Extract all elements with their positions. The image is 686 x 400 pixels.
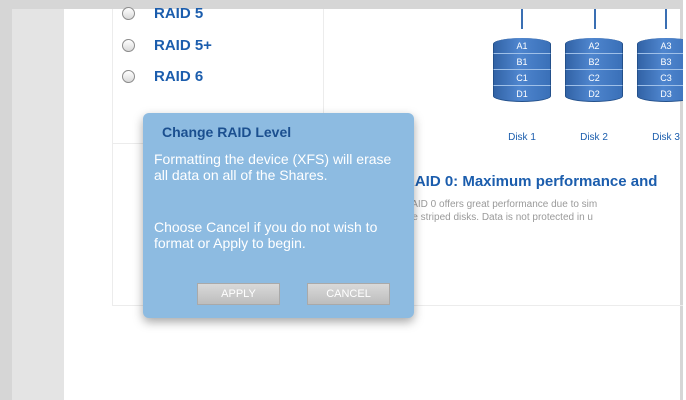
raid-option-raid5plus[interactable]: RAID 5+ <box>122 35 212 55</box>
disk-block: C3 <box>637 70 683 86</box>
raid-option-label: RAID 6 <box>154 67 204 85</box>
raid-description-text: RAID 0 offers great performance due to s… <box>404 198 683 224</box>
disk-3-stack: A3 B3 C3 D3 Disk 3 <box>637 38 683 143</box>
disk-connector-line <box>665 9 667 29</box>
disk-block: A1 <box>493 38 551 54</box>
cancel-button[interactable]: CANCEL <box>307 283 390 305</box>
disk-connector-line <box>521 9 523 29</box>
raid-option-raid6[interactable]: RAID 6 <box>122 66 203 86</box>
window-top-frame <box>0 0 683 9</box>
dialog-warning-message: Formatting the device (XFS) will erase a… <box>154 151 392 183</box>
radio-button[interactable] <box>122 69 135 83</box>
disk-label: Disk 3 <box>652 132 680 143</box>
dialog-title: Change RAID Level <box>162 124 292 140</box>
disk-block: C1 <box>493 70 551 86</box>
raid-description-title: RAID 0: Maximum performance and <box>404 173 658 190</box>
radio-button[interactable] <box>122 6 135 20</box>
apply-button[interactable]: APPLY <box>197 283 280 305</box>
raid-description-line: RAID 0 offers great performance due to s… <box>404 199 598 210</box>
disk-block: B3 <box>637 54 683 70</box>
disk-block: D3 <box>637 86 683 102</box>
dialog-instruction-message: Choose Cancel if you do not wish to form… <box>154 219 378 251</box>
disk-label: Disk 1 <box>508 132 536 143</box>
disk-connector-line <box>594 9 596 29</box>
disk-block: A3 <box>637 38 683 54</box>
change-raid-dialog: Change RAID Level Formatting the device … <box>143 113 414 318</box>
disk-block: D1 <box>493 86 551 102</box>
disk-block: D2 <box>565 86 623 102</box>
disk-block: B2 <box>565 54 623 70</box>
sidebar <box>12 9 64 400</box>
radio-button[interactable] <box>122 38 135 52</box>
raid-description-line: the striped disks. Data is not protected… <box>404 212 593 223</box>
raid-option-label: RAID 5+ <box>154 36 212 54</box>
disk-block: A2 <box>565 38 623 54</box>
raid-option-raid5[interactable]: RAID 5 <box>122 3 203 23</box>
disk-1-stack: A1 B1 C1 D1 Disk 1 <box>493 38 551 143</box>
disk-block: C2 <box>565 70 623 86</box>
window-left-frame <box>0 0 12 400</box>
disk-label: Disk 2 <box>580 132 608 143</box>
disk-block: B1 <box>493 54 551 70</box>
raid-option-label: RAID 5 <box>154 4 204 22</box>
disk-2-stack: A2 B2 C2 D2 Disk 2 <box>565 38 623 143</box>
